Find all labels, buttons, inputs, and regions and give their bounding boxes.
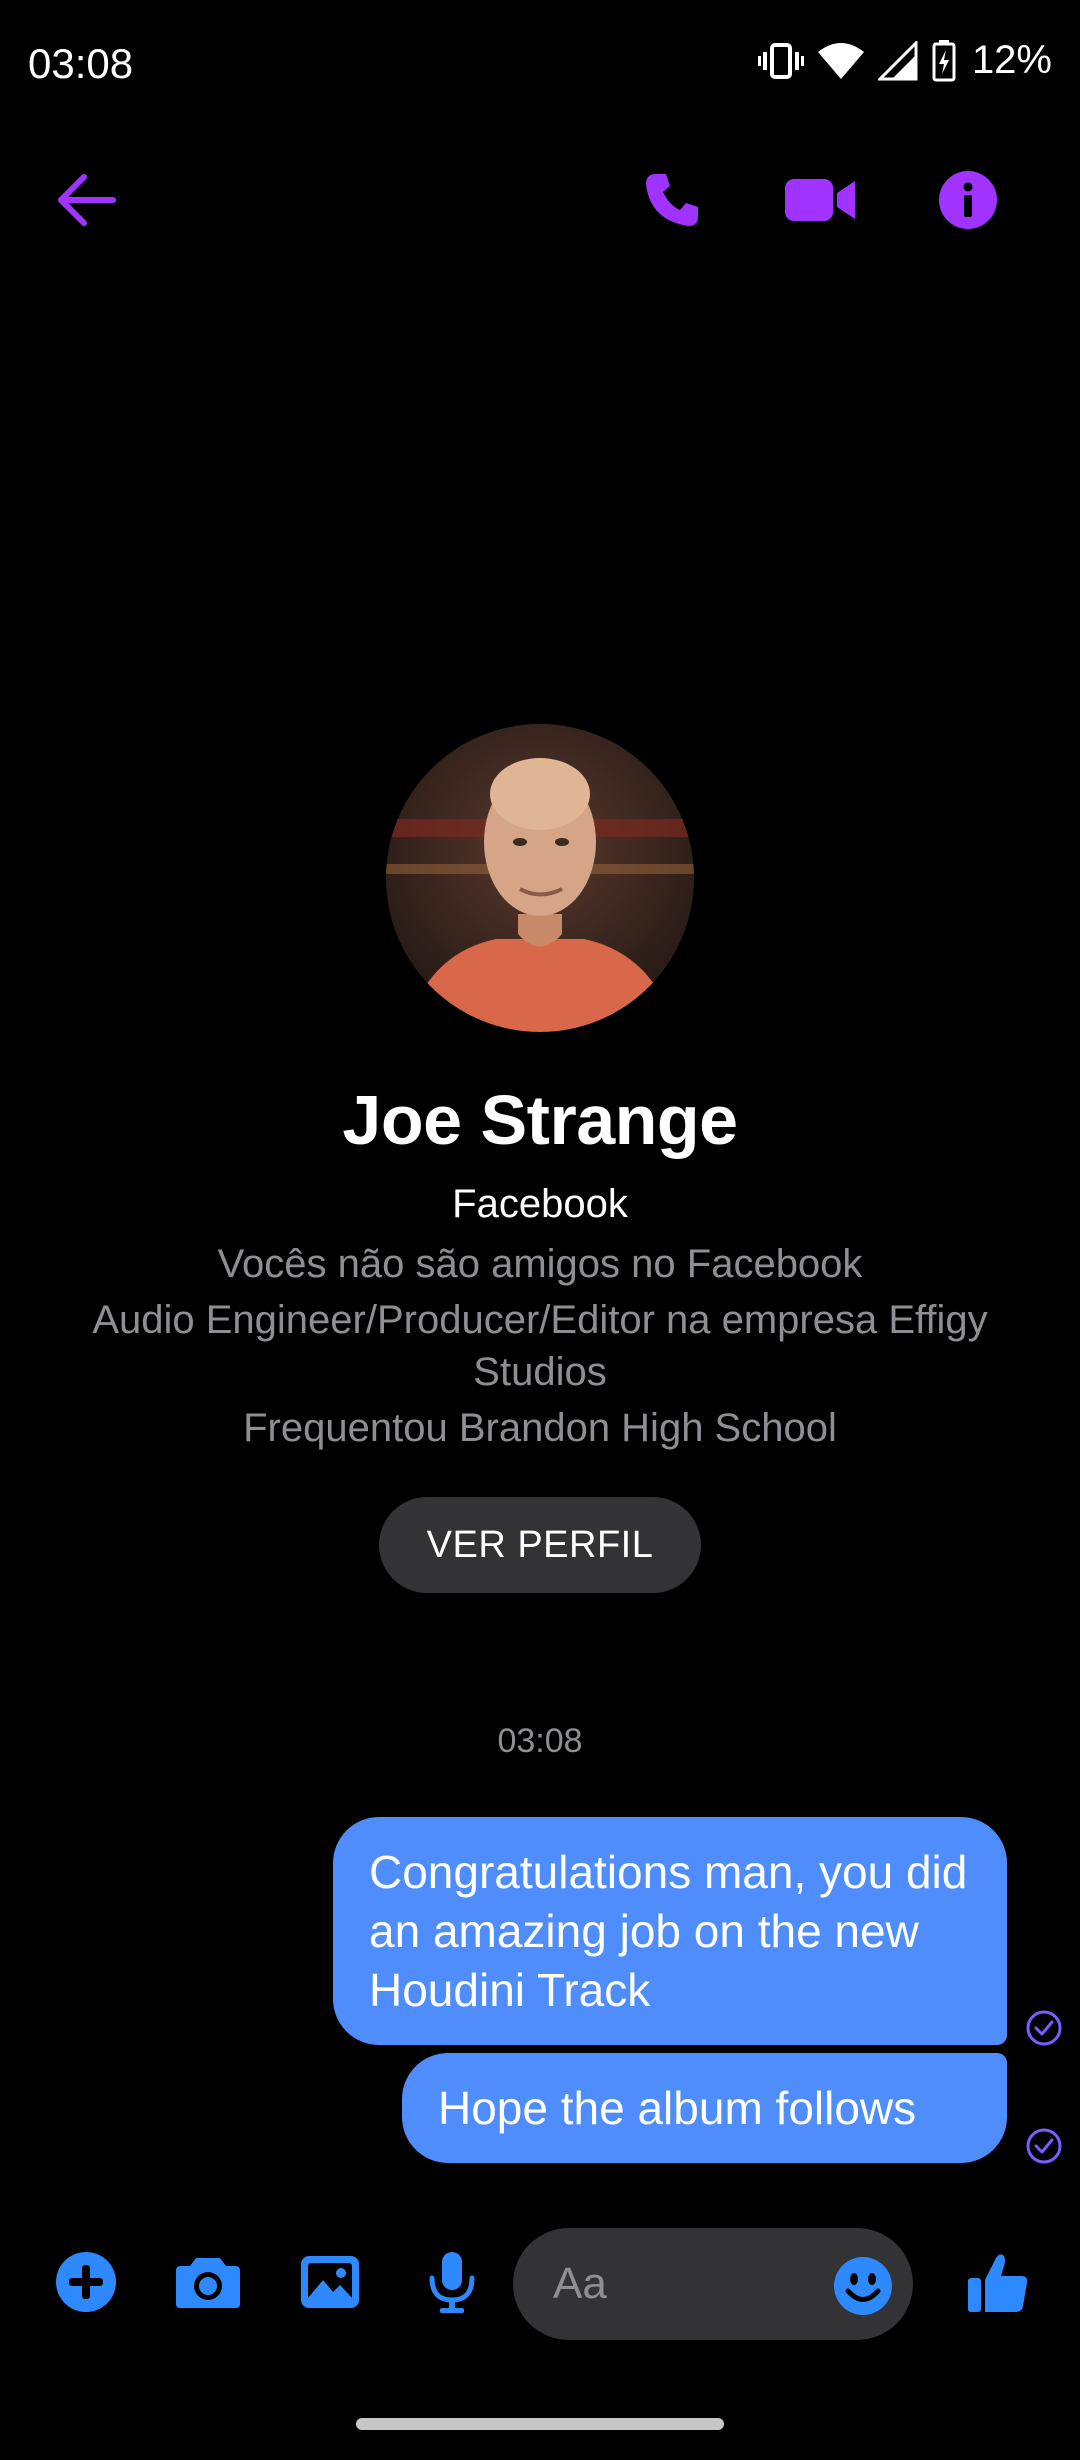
- microphone-icon: [429, 2252, 475, 2313]
- phone-icon: [646, 174, 698, 226]
- message-bubble[interactable]: Hope the album follows: [402, 2053, 1007, 2163]
- app-bar: [0, 150, 1080, 250]
- voice-message-button[interactable]: [412, 2242, 492, 2322]
- message-bubble[interactable]: Congratulations man, you did an amazing …: [333, 1817, 1007, 2045]
- camera-icon: [176, 2258, 240, 2308]
- conversation-info-button[interactable]: [918, 150, 1018, 250]
- read-receipt-icon: [1026, 2128, 1062, 2164]
- cell-signal-icon: [877, 40, 918, 80]
- video-call-button[interactable]: [770, 150, 870, 250]
- school-info: Frequentou Brandon High School: [243, 1406, 837, 1450]
- emoji-icon[interactable]: [833, 2256, 893, 2316]
- vibrate-icon: [757, 42, 804, 79]
- work-info: Audio Engineer/Producer/Editor na empres…: [92, 1298, 988, 1394]
- status-icons: 12%: [757, 38, 1052, 83]
- view-profile-button[interactable]: VER PERFIL: [379, 1497, 701, 1593]
- status-bar: 03:08 12%: [0, 0, 1080, 130]
- friends-status: Vocês não são amigos no Facebook: [217, 1242, 863, 1286]
- home-indicator[interactable]: [356, 2418, 724, 2430]
- back-arrow-icon: [58, 174, 116, 226]
- camera-button[interactable]: [168, 2242, 248, 2322]
- message-text: Congratulations man, you did an amazing …: [369, 1846, 968, 2016]
- message-timestamp: 03:08: [497, 1722, 583, 1760]
- like-button[interactable]: [958, 2242, 1038, 2322]
- battery-percent: 12%: [971, 38, 1052, 82]
- message-input-container: [513, 2228, 913, 2340]
- profile-name: Joe Strange: [342, 1081, 738, 1159]
- message-text: Hope the album follows: [438, 2081, 917, 2134]
- message-input[interactable]: [551, 2258, 805, 2310]
- info-icon: [939, 171, 997, 229]
- profile-source: Facebook: [452, 1182, 628, 1226]
- voice-call-button[interactable]: [622, 150, 722, 250]
- profile-photo: [386, 724, 694, 1032]
- read-receipt-icon: [1026, 2010, 1062, 2046]
- composer-bar: [0, 2220, 1080, 2350]
- battery-charging-icon: [932, 39, 956, 81]
- video-camera-icon: [785, 179, 855, 221]
- gallery-button[interactable]: [290, 2242, 370, 2322]
- gallery-icon: [301, 2256, 359, 2308]
- avatar[interactable]: [386, 724, 694, 1032]
- status-time: 03:08: [28, 40, 134, 87]
- thumbs-up-icon: [968, 2254, 1028, 2312]
- more-actions-button[interactable]: [46, 2242, 126, 2322]
- wifi-icon: [817, 42, 864, 79]
- back-button[interactable]: [36, 150, 136, 250]
- plus-icon: [56, 2252, 116, 2312]
